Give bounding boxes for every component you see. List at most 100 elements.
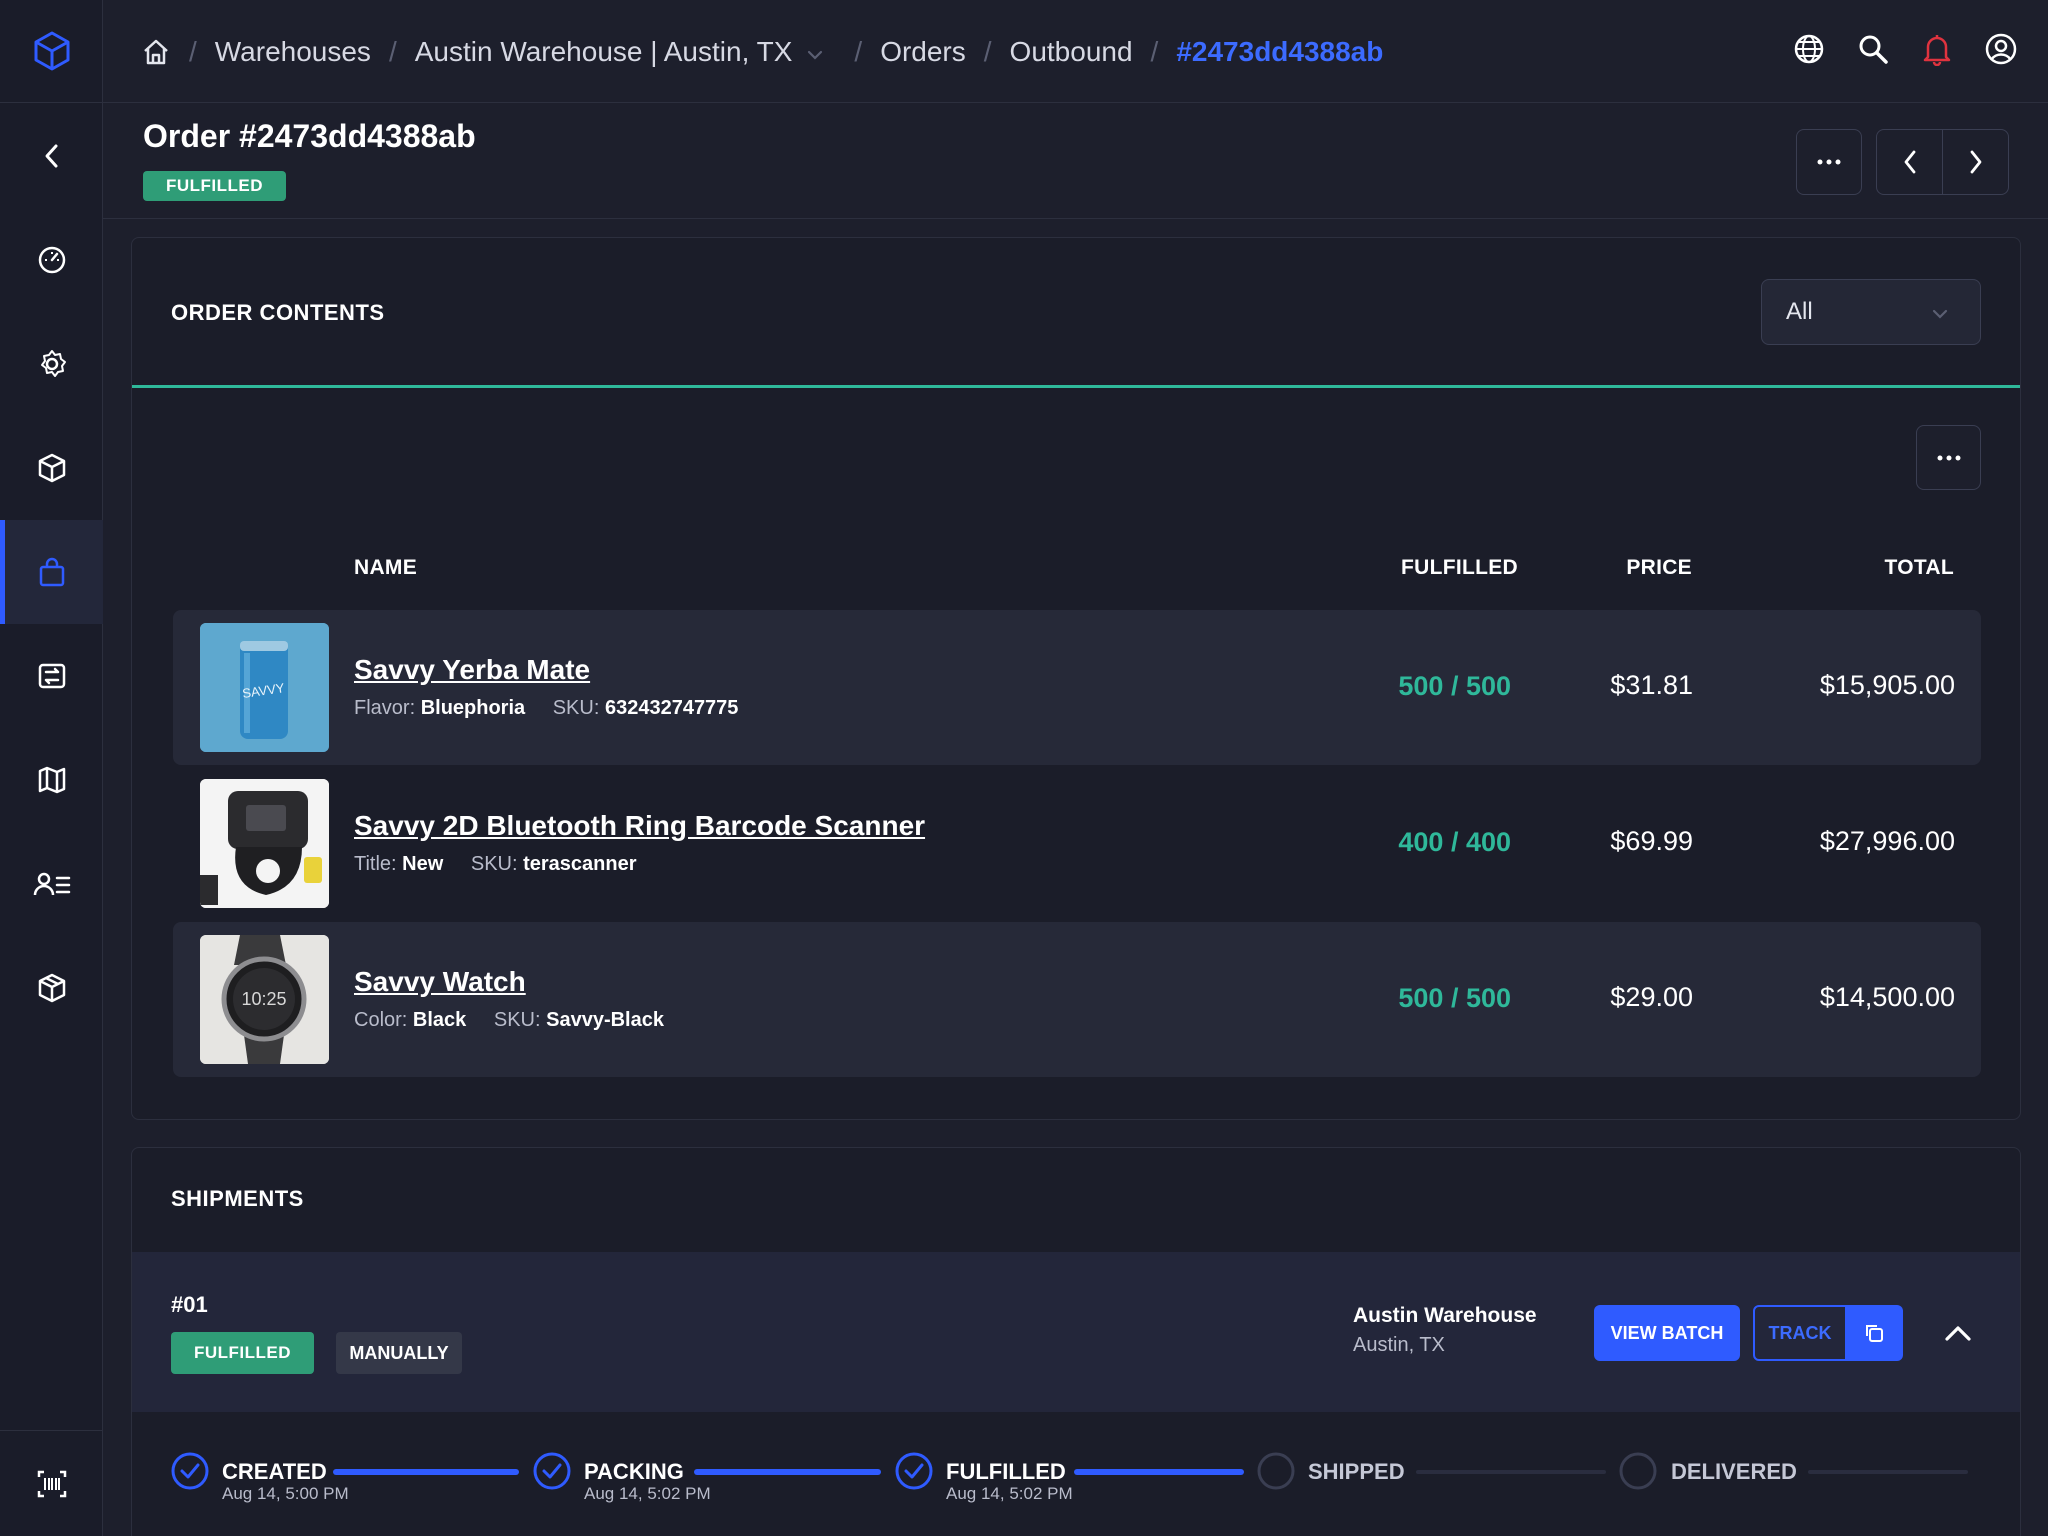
settings-gear-icon [40,350,66,377]
chevron-up-icon [1945,1326,1971,1341]
column-header-name: NAME [354,556,418,579]
product-meta: Color: Black SKU: Savvy-Black [354,1009,664,1032]
step-label-delivered: DELIVERED [1671,1459,1797,1484]
chevron-down-icon[interactable] [806,36,824,68]
step-time-created: Aug 14, 5:00 PM [222,1484,349,1503]
order-status-badge: FULFILLED [143,171,286,201]
sidebar-collapse-button[interactable] [0,104,103,208]
column-header-fulfilled: FULFILLED [1400,556,1518,579]
sku-value: 632432747775 [604,697,739,719]
sidebar-item-dashboard[interactable] [0,208,103,312]
sku-value: Savvy-Black [546,1009,664,1031]
app-logo[interactable] [0,0,103,103]
step-connector [694,1469,881,1475]
breadcrumb-warehouses[interactable]: Warehouses [215,36,371,68]
section-divider [132,385,2020,388]
attr-value: New [402,853,444,875]
barcode-scan-icon [37,1470,66,1497]
sidebar-item-transfers[interactable] [0,624,103,728]
language-globe-icon[interactable] [1790,30,1828,68]
sidebar-item-orders[interactable] [0,520,103,624]
header-divider [103,218,2048,219]
filter-value: All [1786,298,1813,325]
box-icon [38,453,65,483]
empty-circle-icon [1619,1452,1657,1490]
more-dots-icon [1937,455,1960,460]
chevron-down-icon [1930,300,1950,328]
breadcrumb-warehouse-select[interactable]: Austin Warehouse | Austin, TX [415,36,793,68]
chevron-right-icon [1970,150,1981,174]
search-icon[interactable] [1854,30,1892,68]
breadcrumb-separator: / [983,36,992,67]
empty-circle-icon [1257,1452,1295,1490]
step-label-created: CREATED [222,1459,327,1484]
map-icon [38,766,65,794]
copy-icon [1866,1325,1883,1342]
warehouse-location: Austin, TX [1353,1334,1445,1356]
step-time-fulfilled: Aug 14, 5:02 PM [946,1484,1073,1503]
next-order-button[interactable] [1942,129,2009,195]
order-contents-title: ORDER CONTENTS [171,300,385,325]
product-thumbnail[interactable] [200,779,329,908]
line-total: $27,996.00 [1819,826,1955,856]
breadcrumb-outbound[interactable]: Outbound [1010,36,1133,68]
step-label-shipped: SHIPPED [1308,1459,1405,1484]
top-actions [1790,30,2020,68]
previous-order-button[interactable] [1876,129,1943,195]
step-connector [1808,1470,1968,1474]
attr-label: Flavor: [354,697,416,719]
column-header-price: PRICE [1626,556,1692,579]
more-dots-icon [1817,159,1841,165]
home-icon[interactable] [141,37,171,67]
shopping-bag-icon [39,557,64,587]
track-button[interactable]: TRACK [1753,1305,1847,1361]
breadcrumb: / Warehouses / Austin Warehouse | Austin… [141,28,1383,76]
sidebar-item-settings[interactable] [0,312,103,416]
table-row: 10:25 Savvy Watch Color: Black SKU: Savv… [173,922,1981,1077]
sku-label: SKU: [493,1009,541,1031]
shipment-method-badge: MANUALLY [336,1332,462,1374]
product-name-link[interactable]: Savvy Watch [354,966,526,998]
product-thumbnail[interactable]: 10:25 [200,935,329,1064]
account-icon[interactable] [1982,30,2020,68]
step-connector [333,1469,519,1475]
user-list-icon [33,872,70,896]
product-meta: Title: New SKU: terascanner [354,853,637,876]
page-title: Order #2473dd4388ab [143,118,476,154]
collapse-shipment-button[interactable] [1935,1310,1981,1356]
check-circle-icon [533,1452,571,1490]
dashboard-gauge-icon [38,246,65,274]
sku-value: terascanner [523,853,637,875]
copy-tracking-button[interactable] [1845,1305,1903,1361]
notification-bell-icon[interactable] [1918,30,1956,68]
shipment-status-badge: FULFILLED [171,1332,314,1374]
fulfilled-qty: 500 / 500 [1398,983,1511,1013]
product-name-link[interactable]: Savvy Yerba Mate [354,654,590,686]
warehouse-name: Austin Warehouse [1353,1304,1537,1327]
line-total: $15,905.00 [1819,670,1955,700]
contents-more-button[interactable] [1916,425,1981,490]
shipments-title: SHIPMENTS [171,1186,304,1211]
sidebar-item-map[interactable] [0,728,103,832]
breadcrumb-separator: / [854,36,863,67]
table-row: Savvy 2D Bluetooth Ring Barcode Scanner … [173,766,1981,921]
view-batch-button[interactable]: VIEW BATCH [1594,1305,1740,1361]
step-connector [1416,1470,1606,1474]
breadcrumb-orders[interactable]: Orders [880,36,966,68]
sidebar-item-products[interactable] [0,416,103,520]
fulfilled-qty: 500 / 500 [1398,671,1511,701]
product-name-link[interactable]: Savvy 2D Bluetooth Ring Barcode Scanner [354,810,925,842]
step-connector [1074,1469,1244,1475]
barcode-scan-button[interactable] [0,1430,103,1536]
step-label-fulfilled: FULFILLED [946,1459,1066,1484]
shipment-number: #01 [171,1292,208,1317]
line-total: $14,500.00 [1819,982,1955,1012]
contents-filter-select[interactable]: All [1761,279,1981,345]
sidebar-item-packages[interactable] [0,936,103,1040]
product-thumbnail[interactable]: SAVVY [200,623,329,752]
attr-value: Black [412,1009,467,1031]
sidebar-item-users[interactable] [0,832,103,936]
shipment-row: #01 FULFILLED MANUALLY Austin Warehouse … [132,1252,2020,1412]
step-label-packing: PACKING [584,1459,684,1484]
order-more-button[interactable] [1796,129,1862,195]
